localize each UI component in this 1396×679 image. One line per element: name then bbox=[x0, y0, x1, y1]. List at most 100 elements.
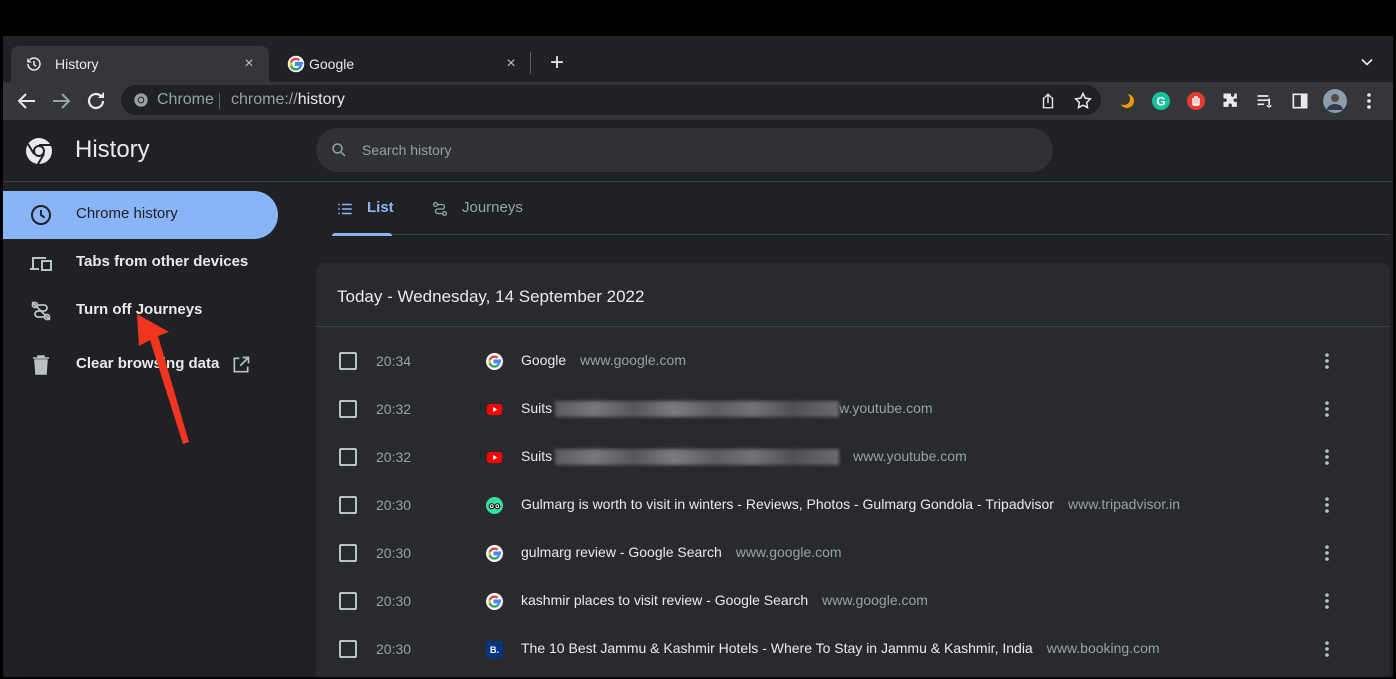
tripadvisor-favicon bbox=[486, 497, 503, 514]
visit-time: 20:30 bbox=[376, 497, 412, 513]
reload-icon[interactable] bbox=[84, 89, 108, 113]
entry-url: w.youtube.com bbox=[839, 400, 933, 416]
history-row[interactable]: 20:32 Suits w.youtube.com bbox=[316, 385, 1390, 433]
entry-link[interactable]: Suits w.youtube.com bbox=[521, 400, 933, 418]
search-icon bbox=[332, 143, 346, 157]
entry-url: www.google.com bbox=[580, 352, 686, 368]
address-bar[interactable]: Chrome chrome://history bbox=[121, 85, 1101, 115]
chrome-icon bbox=[134, 93, 148, 107]
entry-link[interactable]: Gulmarg is worth to visit in winters - R… bbox=[521, 496, 1180, 512]
search-input[interactable] bbox=[362, 128, 1042, 172]
tab-title: Google bbox=[309, 56, 355, 72]
more-vert-icon[interactable] bbox=[1315, 589, 1339, 613]
sidebar-item-chrome-history[interactable]: Chrome history bbox=[3, 191, 278, 239]
entry-link[interactable]: The 10 Best Jammu & Kashmir Hotels - Whe… bbox=[521, 640, 1160, 656]
close-tab-icon[interactable]: × bbox=[239, 54, 259, 74]
url-prefix: chrome:// bbox=[231, 91, 298, 108]
google-favicon bbox=[486, 545, 503, 562]
search-box[interactable] bbox=[316, 128, 1053, 172]
entry-title: Google bbox=[521, 352, 567, 368]
tab-list[interactable]: List bbox=[332, 182, 394, 236]
history-row[interactable]: 20:30 kashmir places to visit review - G… bbox=[316, 577, 1390, 625]
svg-text:G: G bbox=[1156, 95, 1165, 109]
back-arrow-icon[interactable] bbox=[15, 89, 39, 113]
annotation-arrow bbox=[137, 314, 189, 444]
google-favicon bbox=[486, 353, 503, 370]
more-vert-icon[interactable] bbox=[1315, 397, 1339, 421]
entry-title: gulmarg review - Google Search bbox=[521, 544, 722, 560]
row-checkbox[interactable] bbox=[339, 400, 357, 418]
tab-history[interactable]: History × bbox=[11, 46, 269, 82]
entry-url: www.google.com bbox=[735, 544, 842, 560]
side-panel-icon[interactable] bbox=[1290, 91, 1310, 111]
visit-time: 20:30 bbox=[376, 641, 412, 657]
history-row[interactable]: 20:32 Suits www.youtube.com bbox=[316, 433, 1390, 481]
entry-link[interactable]: gulmarg review - Google Search www.google… bbox=[521, 544, 842, 560]
history-row[interactable]: 20:34 Google www.google.com bbox=[316, 337, 1390, 385]
sidebar-item-tabs-other-devices[interactable]: Tabs from other devices bbox=[3, 239, 278, 287]
visit-time: 20:34 bbox=[376, 353, 412, 369]
entry-link[interactable]: kashmir places to visit review - Google … bbox=[521, 592, 928, 608]
history-row[interactable]: 20:30 gulmarg review - Google Search www.… bbox=[316, 529, 1390, 577]
entry-link[interactable]: Suits www.youtube.com bbox=[521, 448, 967, 466]
row-checkbox[interactable] bbox=[339, 640, 357, 658]
avatar[interactable] bbox=[1323, 89, 1347, 113]
close-tab-icon[interactable]: × bbox=[501, 54, 521, 74]
tab-journeys[interactable]: Journeys bbox=[427, 182, 537, 235]
row-checkbox[interactable] bbox=[339, 544, 357, 562]
entry-url: www.youtube.com bbox=[853, 448, 967, 464]
browser-window: History × Google × + Chrome chrome://his… bbox=[3, 36, 1393, 677]
entry-url: www.booking.com bbox=[1046, 640, 1160, 656]
visit-time: 20:32 bbox=[376, 449, 412, 465]
entry-url: www.google.com bbox=[822, 592, 928, 608]
omnibox-divider bbox=[219, 93, 220, 109]
youtube-favicon bbox=[486, 451, 503, 464]
forward-arrow-icon[interactable] bbox=[49, 89, 73, 113]
share-icon[interactable] bbox=[1039, 92, 1057, 110]
redacted-text bbox=[555, 401, 840, 418]
history-row[interactable]: 20:30 B. The 10 Best Jammu & Kashmir Hot… bbox=[316, 625, 1390, 673]
extension-crescent-icon[interactable] bbox=[1117, 91, 1137, 111]
puzzle-extensions-icon[interactable] bbox=[1221, 91, 1241, 111]
history-row[interactable]: 20:30 Gulmarg is worth to visit in winte… bbox=[316, 481, 1390, 529]
google-favicon bbox=[486, 593, 503, 610]
tab-title: History bbox=[55, 56, 99, 72]
tab-label: List bbox=[367, 199, 394, 216]
entry-title: Gulmarg is worth to visit in winters - R… bbox=[521, 496, 1054, 512]
visit-time: 20:32 bbox=[376, 401, 412, 417]
clock-icon bbox=[31, 205, 51, 225]
entry-link[interactable]: Google www.google.com bbox=[521, 352, 686, 368]
visit-time: 20:30 bbox=[376, 593, 412, 609]
more-vert-icon[interactable] bbox=[1315, 349, 1339, 373]
svg-text:B.: B. bbox=[490, 645, 499, 655]
row-checkbox[interactable] bbox=[339, 448, 357, 466]
tab-google[interactable]: Google × bbox=[273, 46, 531, 82]
star-icon[interactable] bbox=[1073, 91, 1093, 111]
more-vert-icon[interactable] bbox=[1315, 493, 1339, 517]
more-vert-icon[interactable] bbox=[1315, 541, 1339, 565]
media-queue-icon[interactable] bbox=[1255, 91, 1275, 111]
chrome-logo-icon bbox=[26, 138, 52, 165]
grammarly-icon[interactable]: G bbox=[1151, 91, 1171, 111]
entry-title: Suits bbox=[521, 400, 553, 416]
active-tab-indicator bbox=[332, 233, 392, 236]
chevron-down-icon[interactable] bbox=[1357, 52, 1377, 72]
omnibox-url[interactable]: chrome://history bbox=[231, 91, 345, 109]
sidebar-item-label: Chrome history bbox=[76, 205, 178, 222]
adblock-hand-icon[interactable] bbox=[1186, 91, 1206, 111]
new-tab-button[interactable]: + bbox=[543, 50, 571, 78]
entry-title: The 10 Best Jammu & Kashmir Hotels - Whe… bbox=[521, 640, 1033, 656]
more-vert-icon[interactable] bbox=[1315, 445, 1339, 469]
row-checkbox[interactable] bbox=[339, 592, 357, 610]
kebab-menu-icon[interactable] bbox=[1359, 91, 1379, 111]
history-card: Today - Wednesday, 14 September 2022 20:… bbox=[316, 263, 1390, 677]
booking-favicon: B. bbox=[486, 641, 503, 658]
date-heading: Today - Wednesday, 14 September 2022 bbox=[337, 287, 645, 306]
trash-icon bbox=[33, 355, 49, 375]
row-checkbox[interactable] bbox=[339, 496, 357, 514]
view-tabs: List Journeys bbox=[332, 182, 1390, 236]
row-checkbox[interactable] bbox=[339, 352, 357, 370]
more-vert-icon[interactable] bbox=[1315, 637, 1339, 661]
sidebar-item-label: Tabs from other devices bbox=[76, 253, 249, 270]
journeys-icon bbox=[432, 201, 448, 217]
